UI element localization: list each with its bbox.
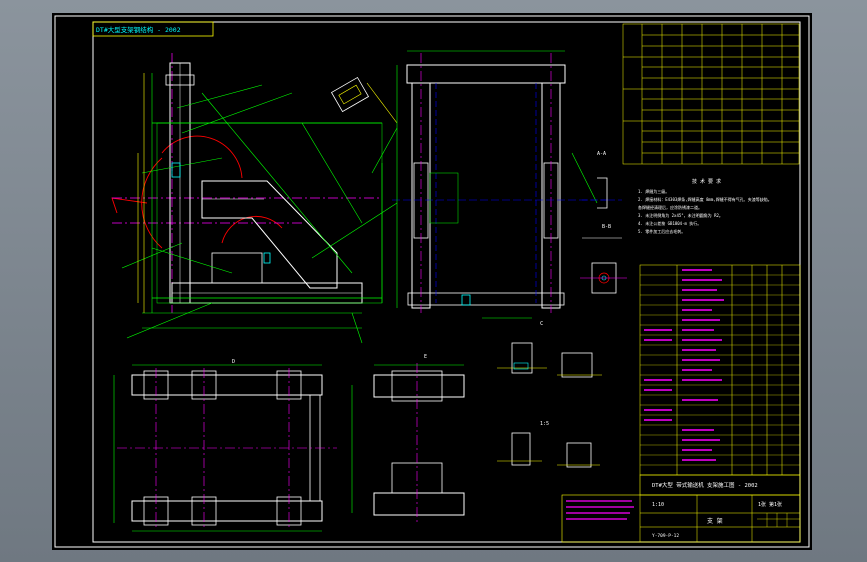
inner-frame xyxy=(92,21,801,543)
title-block-scale: 1:10 xyxy=(652,502,664,508)
tech-requirements: 技 术 要 求 1. 焊缝为三级。 2. 焊接材料：E4303焊条,焊缝高度 8… xyxy=(638,178,772,234)
view-label-a: A-A xyxy=(597,151,606,157)
cad-viewport[interactable]: DT#大型支架钢结构 - 2002 A-A B-B C 1:5 D E 技 术 … xyxy=(0,0,867,562)
detail-views: C 1:5 xyxy=(497,321,602,468)
plan-view: D xyxy=(113,359,337,532)
front-view xyxy=(111,53,398,344)
drawing-sheet: DT#大型支架钢结构 - 2002 A-A B-B C 1:5 D E 技 术 … xyxy=(52,13,812,550)
section-e: E xyxy=(351,354,465,523)
dimension-table xyxy=(622,23,800,165)
tech-req-line: 1. 焊缝为三级。 xyxy=(638,188,669,194)
title-block-sheet: 1张 第1张 xyxy=(758,501,782,508)
title-block: DT#大型 带式输送机 支架施工图 - 2002 1:10 1张 第1张 支 架… xyxy=(561,474,801,543)
parts-list xyxy=(639,264,801,476)
title-block-name: 支 架 xyxy=(707,517,723,525)
view-label-b: B-B xyxy=(602,224,611,230)
parts-list-rows xyxy=(640,274,800,466)
tech-req-line: 各焊缝经清理后，应涂防锈漆二道。 xyxy=(638,204,702,210)
view-label-e: E xyxy=(424,354,427,360)
tech-req-line: 2. 焊接材料：E4303焊条,焊缝高度 8mm,焊缝不得有气孔、夹渣等缺陷。 xyxy=(638,196,772,202)
tech-req-line: 5. 零件加工后应去毛刺。 xyxy=(638,228,685,234)
title-block-project: DT#大型 带式输送机 支架施工图 - 2002 xyxy=(652,481,758,489)
title-block-drawing-no: Y-709-P-12 xyxy=(652,533,679,539)
view-label-d: D xyxy=(232,359,235,365)
view-label-c: C xyxy=(540,321,543,327)
cad-drawing: DT#大型支架钢结构 - 2002 A-A B-B C 1:5 D E 技 术 … xyxy=(54,15,810,548)
section-detail-a: A-A B-B xyxy=(580,151,627,294)
side-view xyxy=(392,50,612,319)
tech-req-line: 3. 未注明倒角为 2x45°，未注明圆角为 R2。 xyxy=(638,212,723,218)
view-label-scale: 1:5 xyxy=(540,421,549,427)
outer-frame xyxy=(54,15,810,548)
frame-title: DT#大型支架钢结构 - 2002 xyxy=(96,25,181,34)
tech-req-line: 4. 未注公差按 GB1804-m 执行。 xyxy=(638,220,701,226)
tech-req-heading: 技 术 要 求 xyxy=(692,178,721,185)
